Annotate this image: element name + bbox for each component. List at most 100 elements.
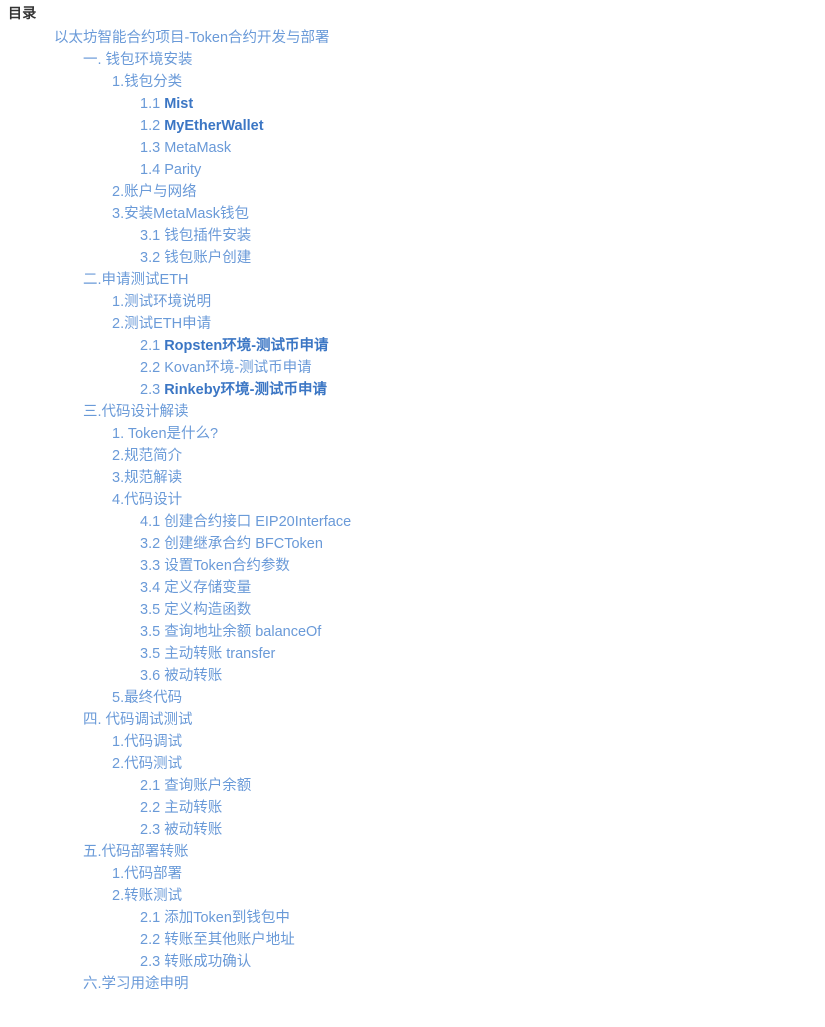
toc-item-label: 二.申请测试ETH [83, 272, 189, 288]
toc-link[interactable]: 2.2 Kovan环境-测试币申请 [140, 360, 312, 376]
toc-item[interactable]: 2.1 Ropsten环境-测试币申请 [0, 335, 825, 357]
toc-item-label: MyEtherWallet [164, 118, 264, 134]
toc-item-label: 1.测试环境说明 [112, 294, 212, 310]
toc-link[interactable]: 3.规范解读 [112, 470, 182, 486]
toc-link[interactable]: 2.1 Ropsten环境-测试币申请 [140, 338, 329, 354]
toc-link[interactable]: 3.4 定义存储变量 [140, 580, 251, 596]
toc-link[interactable]: 1.3 MetaMask [140, 140, 231, 156]
toc-item[interactable]: 2.转账测试 [0, 885, 825, 907]
toc-link[interactable]: 3.3 设置Token合约参数 [140, 558, 290, 574]
toc-item[interactable]: 四. 代码调试测试 [0, 709, 825, 731]
toc-item[interactable]: 3.5 主动转账 transfer [0, 643, 825, 665]
toc-item[interactable]: 5.最终代码 [0, 687, 825, 709]
toc-item[interactable]: 2.3 Rinkeby环境-测试币申请 [0, 379, 825, 401]
toc-link[interactable]: 2.测试ETH申请 [112, 316, 211, 332]
toc-item[interactable]: 1.代码调试 [0, 731, 825, 753]
toc-link[interactable]: 2.3 被动转账 [140, 822, 222, 838]
toc-item[interactable]: 六.学习用途申明 [0, 973, 825, 995]
toc-item-label: 五.代码部署转账 [83, 844, 189, 860]
toc-link[interactable]: 2.规范简介 [112, 448, 182, 464]
toc-item[interactable]: 2.代码测试 [0, 753, 825, 775]
toc-item[interactable]: 2.测试ETH申请 [0, 313, 825, 335]
toc-item[interactable]: 1.4 Parity [0, 159, 825, 181]
toc-link[interactable]: 2.账户与网络 [112, 184, 197, 200]
toc-item[interactable]: 以太坊智能合约项目-Token合约开发与部署 [0, 27, 825, 49]
toc-item[interactable]: 1.测试环境说明 [0, 291, 825, 313]
toc-link[interactable]: 三.代码设计解读 [83, 404, 189, 420]
toc-link[interactable]: 1.代码部署 [112, 866, 182, 882]
toc-link[interactable]: 以太坊智能合约项目-Token合约开发与部署 [54, 30, 330, 46]
toc-item[interactable]: 2.账户与网络 [0, 181, 825, 203]
toc-item[interactable]: 2.3 转账成功确认 [0, 951, 825, 973]
toc-item[interactable]: 3.1 钱包插件安装 [0, 225, 825, 247]
toc-item[interactable]: 3.安装MetaMask钱包 [0, 203, 825, 225]
toc-link[interactable]: 1.2 MyEtherWallet [140, 118, 264, 134]
toc-link[interactable]: 2.2 转账至其他账户地址 [140, 932, 295, 948]
toc-link[interactable]: 4.1 创建合约接口 EIP20Interface [140, 514, 351, 530]
table-of-contents: 以太坊智能合约项目-Token合约开发与部署一. 钱包环境安装 1.钱包分类 1.1… [0, 27, 825, 995]
toc-item[interactable]: 3.3 设置Token合约参数 [0, 555, 825, 577]
toc-item[interactable]: 五.代码部署转账 [0, 841, 825, 863]
toc-item[interactable]: 2.2 转账至其他账户地址 [0, 929, 825, 951]
toc-item-number: 1.2 [140, 118, 161, 134]
toc-item[interactable]: 4.代码设计 [0, 489, 825, 511]
toc-link[interactable]: 4.代码设计 [112, 492, 182, 508]
toc-item-label: 3.规范解读 [112, 470, 183, 486]
toc-link[interactable]: 1.代码调试 [112, 734, 182, 750]
toc-link[interactable]: 2.3 Rinkeby环境-测试币申请 [140, 382, 327, 398]
toc-item[interactable]: 4.1 创建合约接口 EIP20Interface [0, 511, 825, 533]
toc-item[interactable]: 2.1 查询账户余额 [0, 775, 825, 797]
toc-link[interactable]: 2.3 转账成功确认 [140, 954, 251, 970]
toc-link[interactable]: 3.5 主动转账 transfer [140, 646, 275, 662]
toc-item-number: 3.6 [140, 668, 161, 684]
toc-link[interactable]: 六.学习用途申明 [83, 976, 189, 992]
toc-item-number: 3.2 [140, 250, 161, 266]
toc-item[interactable]: 3.2 钱包账户创建 [0, 247, 825, 269]
toc-link[interactable]: 3.2 钱包账户创建 [140, 250, 251, 266]
toc-link[interactable]: 3.5 定义构造函数 [140, 602, 251, 618]
toc-item-number: 3.5 [140, 624, 161, 640]
toc-item-label: 1.钱包分类 [112, 74, 183, 90]
toc-link[interactable]: 3.安装MetaMask钱包 [112, 206, 249, 222]
toc-item[interactable]: 3.规范解读 [0, 467, 825, 489]
toc-item[interactable]: 1.1 Mist [0, 93, 825, 115]
toc-item[interactable]: 3.2 创建继承合约 BFCToken [0, 533, 825, 555]
toc-item[interactable]: 1.代码部署 [0, 863, 825, 885]
toc-link[interactable]: 2.1 查询账户余额 [140, 778, 251, 794]
toc-item[interactable]: 3.5 定义构造函数 [0, 599, 825, 621]
toc-item[interactable]: 2.2 Kovan环境-测试币申请 [0, 357, 825, 379]
toc-link[interactable]: 五.代码部署转账 [83, 844, 189, 860]
toc-link[interactable]: 四. 代码调试测试 [83, 712, 193, 728]
toc-item[interactable]: 三.代码设计解读 [0, 401, 825, 423]
toc-item[interactable]: 2.1 添加Token到钱包中 [0, 907, 825, 929]
toc-item[interactable]: 二.申请测试ETH [0, 269, 825, 291]
toc-link[interactable]: 1.测试环境说明 [112, 294, 211, 310]
toc-item[interactable]: 2.3 被动转账 [0, 819, 825, 841]
toc-item[interactable]: 2.2 主动转账 [0, 797, 825, 819]
toc-link[interactable]: 1.1 Mist [140, 96, 193, 112]
toc-link[interactable]: 1.钱包分类 [112, 74, 182, 90]
toc-link[interactable]: 2.代码测试 [112, 756, 182, 772]
toc-link[interactable]: 3.2 创建继承合约 BFCToken [140, 536, 323, 552]
toc-link[interactable]: 3.5 查询地址余额 balanceOf [140, 624, 321, 640]
toc-item[interactable]: 1. Token是什么? [0, 423, 825, 445]
toc-item[interactable]: 一. 钱包环境安装 [0, 49, 825, 71]
toc-item[interactable]: 1.钱包分类 [0, 71, 825, 93]
toc-link[interactable]: 一. 钱包环境安装 [83, 52, 193, 68]
toc-link[interactable]: 1.4 Parity [140, 162, 201, 178]
toc-item[interactable]: 1.3 MetaMask [0, 137, 825, 159]
toc-item[interactable]: 2.规范简介 [0, 445, 825, 467]
toc-link[interactable]: 2.转账测试 [112, 888, 182, 904]
toc-item[interactable]: 3.4 定义存储变量 [0, 577, 825, 599]
toc-link[interactable]: 1. Token是什么? [112, 426, 218, 442]
toc-link[interactable]: 2.1 添加Token到钱包中 [140, 910, 290, 926]
toc-link[interactable]: 3.6 被动转账 [140, 668, 222, 684]
toc-link[interactable]: 3.1 钱包插件安装 [140, 228, 251, 244]
toc-item-label: 2.转账测试 [112, 888, 183, 904]
toc-link[interactable]: 5.最终代码 [112, 690, 182, 706]
toc-item[interactable]: 3.5 查询地址余额 balanceOf [0, 621, 825, 643]
toc-item[interactable]: 1.2 MyEtherWallet [0, 115, 825, 137]
toc-link[interactable]: 2.2 主动转账 [140, 800, 222, 816]
toc-link[interactable]: 二.申请测试ETH [83, 272, 189, 288]
toc-item[interactable]: 3.6 被动转账 [0, 665, 825, 687]
